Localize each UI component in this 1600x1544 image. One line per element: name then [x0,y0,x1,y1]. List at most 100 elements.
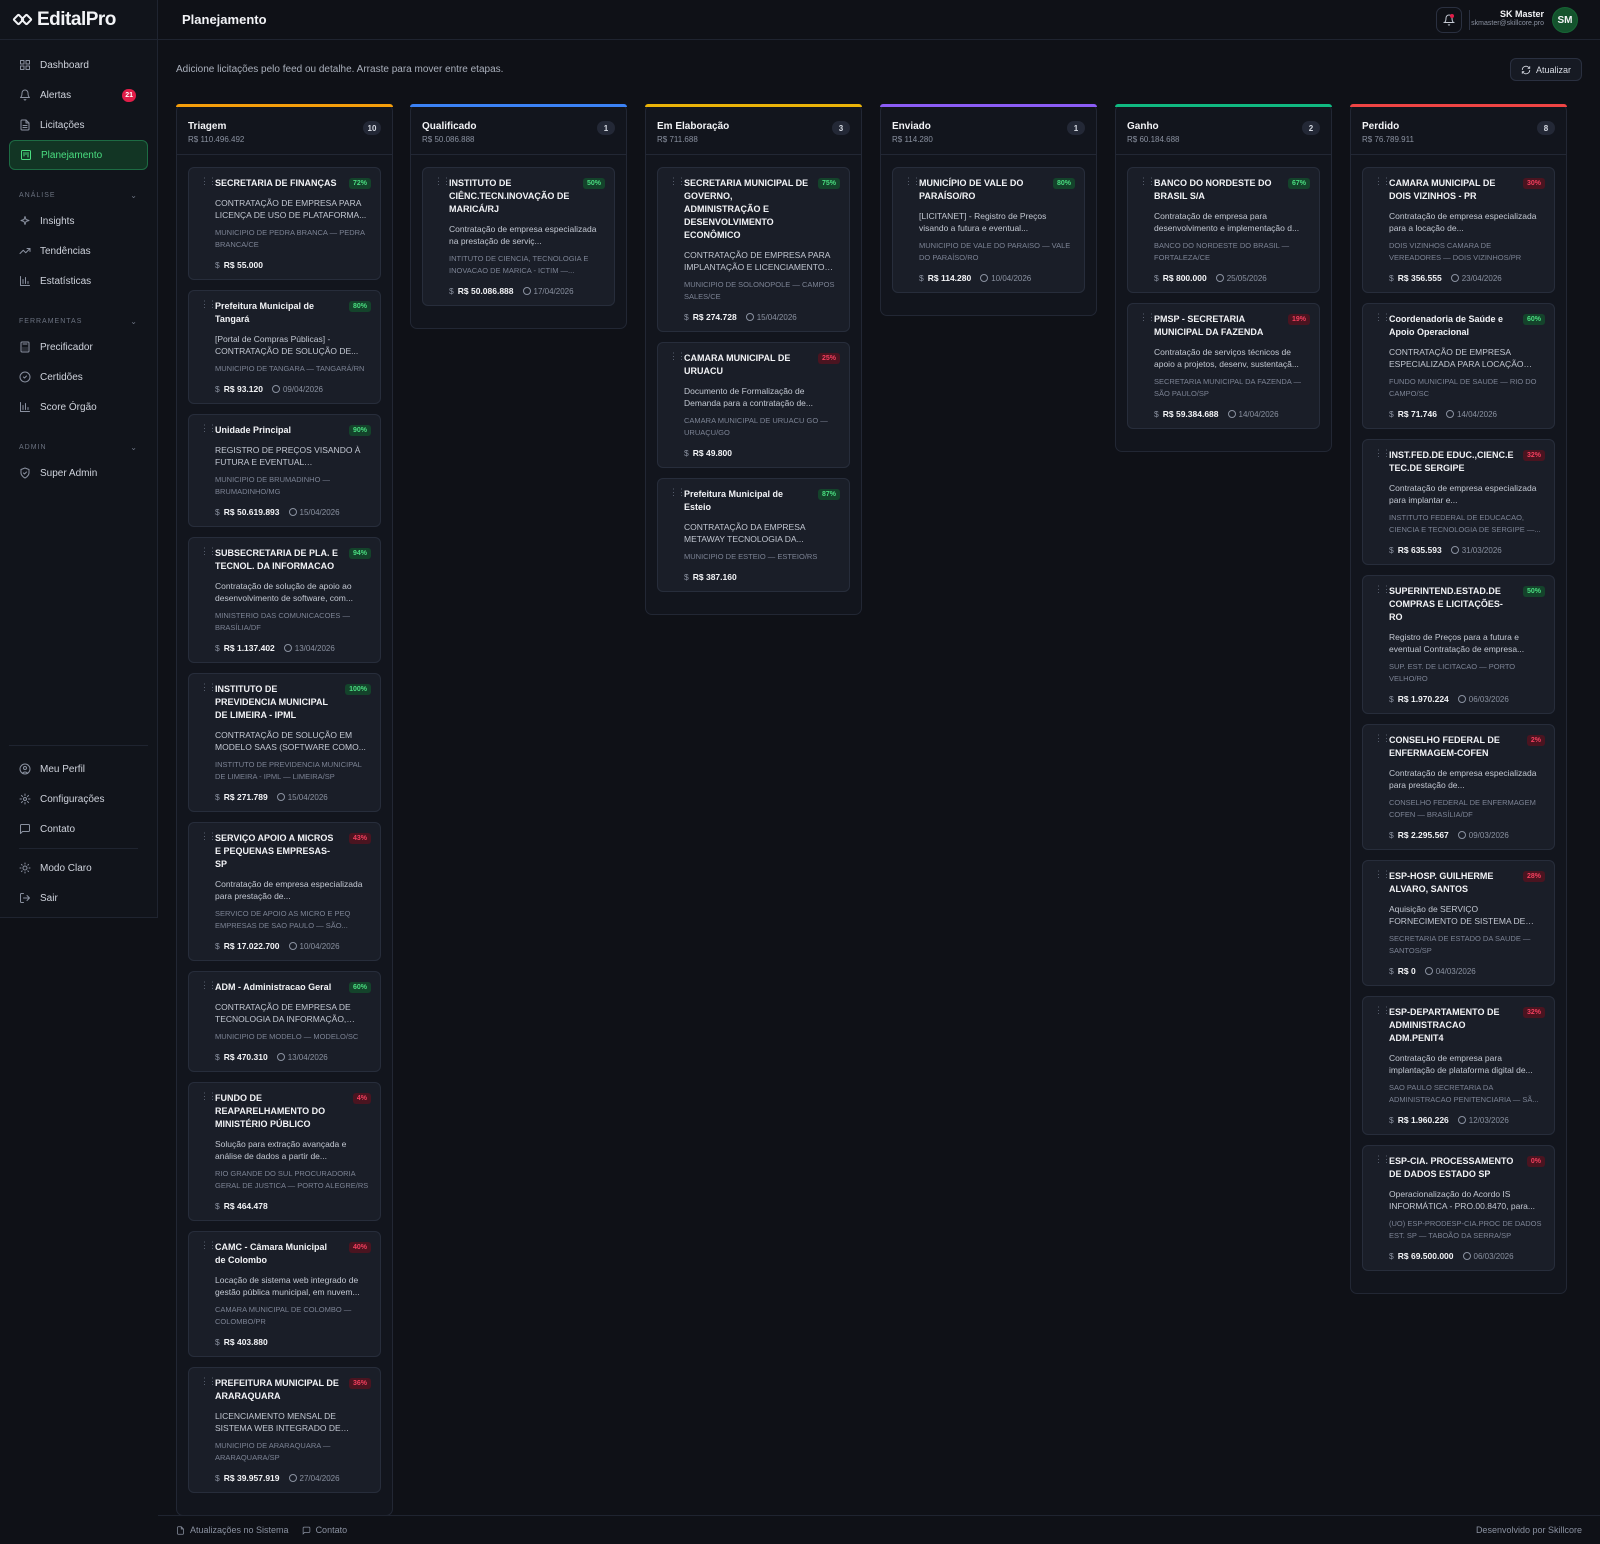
kanban-column[interactable]: Qualificado R$ 50.086.888 1 ⋮⋮ INSTITUTO DE … [410,104,627,329]
bid-card[interactable]: ⋮⋮ Unidade Principal 90% REGISTRO DE PREÇOS… [188,414,381,527]
bid-card[interactable]: ⋮⋮ SERVIÇO APOIO A MICROS E PEQUENAS EMPR… [188,822,381,961]
match-score-badge: 75% [817,178,840,189]
bid-card[interactable]: ⋮⋮ INSTITUTO DE PREVIDENCIA MUNICIPAL DE … [188,673,381,812]
drag-handle-icon[interactable]: ⋮⋮ [200,300,217,309]
drag-handle-icon[interactable]: ⋮⋮ [1374,734,1391,743]
drag-handle-icon[interactable]: ⋮⋮ [1374,870,1391,879]
drag-handle-icon[interactable]: ⋮⋮ [200,1092,217,1101]
drag-handle-icon[interactable]: ⋮⋮ [1374,585,1391,594]
bid-card[interactable]: ⋮⋮ Prefeitura Municipal de Tangará 80% [Por… [188,290,381,404]
bid-card[interactable]: ⋮⋮ CAMARA MUNICIPAL DE URUACU 25% Documento… [657,342,850,468]
drag-handle-icon[interactable]: ⋮⋮ [1374,177,1391,186]
sidebar-item-score-orgao[interactable]: Score Órgão [9,392,148,422]
bid-card[interactable]: ⋮⋮ ESP-DEPARTAMENTO DE ADMINISTRACAO ADM.… [1362,996,1555,1135]
drag-handle-icon[interactable]: ⋮⋮ [1374,1006,1391,1015]
drag-handle-icon[interactable]: ⋮⋮ [904,177,921,186]
drag-handle-icon[interactable]: ⋮⋮ [200,424,217,433]
kanban-column[interactable]: Triagem R$ 110.496.492 10 ⋮⋮ SECRETARIA DE F… [176,104,393,1516]
card-title: CONSELHO FEDERAL DE ENFERMAGEM-COFEN [1389,735,1500,758]
dollar-icon: $ [684,572,689,582]
card-organization: CAMARA MUNICIPAL DE COLOMBO — COLOMBO/PR [215,1305,352,1326]
sidebar-item-estatisticas[interactable]: Estatísticas [9,266,148,296]
sidebar-item-certidoes[interactable]: Certidões [9,362,148,392]
bid-card[interactable]: ⋮⋮ CAMARA MUNICIPAL DE DOIS VIZINHOS - PR… [1362,167,1555,293]
sidebar-item-insights[interactable]: Insights [9,206,148,236]
sidebar-section-analise[interactable]: ANÁLISE ⌄ [9,184,148,206]
sidebar-item-alertas[interactable]: Alertas 21 [9,80,148,110]
sidebar-item-modo-claro[interactable]: Modo Claro [9,853,148,883]
kanban-column[interactable]: Ganho R$ 60.184.688 2 ⋮⋮ BANCO DO NORDESTE D… [1115,104,1332,452]
card-title: INST.FED.DE EDUC.,CIENC.E TEC.DE SERGIPE [1389,450,1514,473]
dollar-icon: $ [1389,409,1394,419]
user-info[interactable]: SK Master skmaster@skillcore.pro [1471,9,1544,27]
kanban-column[interactable]: Enviado R$ 114.280 1 ⋮⋮ MUNICÍPIO DE VALE DO… [880,104,1097,316]
bid-card[interactable]: ⋮⋮ SECRETARIA MUNICIPAL DE GOVERNO, ADMIN… [657,167,850,332]
sidebar-item-super-admin[interactable]: Super Admin [9,458,148,488]
drag-handle-icon[interactable]: ⋮⋮ [1374,1155,1391,1164]
bid-card[interactable]: ⋮⋮ FUNDO DE REAPARELHAMENTO DO MINISTÉRIO… [188,1082,381,1221]
bid-card[interactable]: ⋮⋮ CONSELHO FEDERAL DE ENFERMAGEM-COFEN 2%… [1362,724,1555,850]
bid-card[interactable]: ⋮⋮ SUPERINTEND.ESTAD.DE COMPRAS E LICITAÇ… [1362,575,1555,714]
sidebar-item-planejamento[interactable]: Planejamento [9,140,148,170]
bid-card[interactable]: ⋮⋮ SUBSECRETARIA DE PLA. E TECNOL. DA INF… [188,537,381,663]
card-value: $ R$ 114.280 [919,273,972,283]
sidebar-bottom: Meu Perfil Configurações Contato Modo Clar… [9,745,148,913]
updates-link[interactable]: Atualizações no Sistema [176,1525,289,1535]
sidebar-item-contato[interactable]: Contato [9,814,148,844]
dollar-icon: $ [684,312,689,322]
kanban-column[interactable]: Perdido R$ 76.789.911 8 ⋮⋮ CAMARA MUNICIPAL … [1350,104,1567,1294]
sidebar-section-ferramentas[interactable]: FERRAMENTAS ⌄ [9,310,148,332]
drag-handle-icon[interactable]: ⋮⋮ [200,981,217,990]
sidebar-item-dashboard[interactable]: Dashboard [9,50,148,80]
bid-card[interactable]: ⋮⋮ SECRETARIA DE FINANÇAS 72% CONTRATAÇÃO D… [188,167,381,280]
drag-handle-icon[interactable]: ⋮⋮ [1139,177,1156,186]
sidebar-section-admin[interactable]: ADMIN ⌄ [9,436,148,458]
sidebar-item-sair[interactable]: Sair [9,883,148,913]
logo[interactable]: EditalPro [0,0,157,40]
card-footer: $ R$ 800.000 25/05/2026 [1154,273,1309,283]
bid-card[interactable]: ⋮⋮ ADM - Administracao Geral 60% CONTRATAÇÃ… [188,971,381,1072]
card-footer: $ R$ 0 04/03/2026 [1389,966,1544,976]
card-title: ESP-DEPARTAMENTO DE ADMINISTRACAO ADM.PE… [1389,1007,1500,1043]
drag-handle-icon[interactable]: ⋮⋮ [200,177,217,186]
bid-card[interactable]: ⋮⋮ ESP-HOSP. GUILHERME ALVARO, SANTOS 28% A… [1362,860,1555,986]
avatar[interactable]: SM [1552,7,1578,33]
notifications-button[interactable] [1436,7,1462,33]
card-date: 09/03/2026 [1457,831,1509,840]
drag-handle-icon[interactable]: ⋮⋮ [1374,313,1391,322]
bid-card[interactable]: ⋮⋮ MUNICÍPIO DE VALE DO PARAÍSO/RO 80% [LIC… [892,167,1085,293]
sidebar-item-tendencias[interactable]: Tendências [9,236,148,266]
drag-handle-icon[interactable]: ⋮⋮ [200,1377,217,1386]
bid-card[interactable]: ⋮⋮ INST.FED.DE EDUC.,CIENC.E TEC.DE SERGI… [1362,439,1555,565]
sidebar-item-precificador[interactable]: Precificador [9,332,148,362]
bid-card[interactable]: ⋮⋮ BANCO DO NORDESTE DO BRASIL S/A 67% Cont… [1127,167,1320,293]
sidebar-item-meu-perfil[interactable]: Meu Perfil [9,754,148,784]
card-date: 09/04/2026 [271,385,323,394]
drag-handle-icon[interactable]: ⋮⋮ [200,1241,217,1250]
card-description: [LICITANET] - Registro de Preços visando… [919,211,1047,233]
drag-handle-icon[interactable]: ⋮⋮ [200,832,217,841]
card-description: CONTRATAÇÃO DE EMPRESA PARA LICENÇA DE U… [215,198,367,220]
bid-card[interactable]: ⋮⋮ CAMC - Câmara Municipal de Colombo 40% L… [188,1231,381,1357]
kanban-column[interactable]: Em Elaboração R$ 711.688 3 ⋮⋮ SECRETARIA MUN… [645,104,862,615]
sidebar-item-licitacoes[interactable]: Licitações [9,110,148,140]
card-title: ESP-HOSP. GUILHERME ALVARO, SANTOS [1389,871,1494,894]
drag-handle-icon[interactable]: ⋮⋮ [669,488,686,497]
bid-card[interactable]: ⋮⋮ INSTITUTO DE CIÊNC.TECN.INOVAÇÃO DE MA… [422,167,615,306]
bid-card[interactable]: ⋮⋮ PMSP - SECRETARIA MUNICIPAL DA FAZENDA… [1127,303,1320,429]
drag-handle-icon[interactable]: ⋮⋮ [1374,449,1391,458]
drag-handle-icon[interactable]: ⋮⋮ [434,177,451,186]
drag-handle-icon[interactable]: ⋮⋮ [200,683,217,692]
contact-link[interactable]: Contato [302,1525,347,1535]
refresh-button[interactable]: Atualizar [1510,58,1582,81]
bid-card[interactable]: ⋮⋮ PREFEITURA MUNICIPAL DE ARARAQUARA 36% L… [188,1367,381,1493]
drag-handle-icon[interactable]: ⋮⋮ [669,177,686,186]
bid-card[interactable]: ⋮⋮ Coordenadoria de Saúde e Apoio Operaci… [1362,303,1555,429]
drag-handle-icon[interactable]: ⋮⋮ [200,547,217,556]
card-organization: MINISTERIO DAS COMUNICACOES — BRASÍLIA/D… [215,611,351,632]
bid-card[interactable]: ⋮⋮ ESP-CIA. PROCESSAMENTO DE DADOS ESTADO… [1362,1145,1555,1271]
drag-handle-icon[interactable]: ⋮⋮ [1139,313,1156,322]
drag-handle-icon[interactable]: ⋮⋮ [669,352,686,361]
sidebar-item-configuracoes[interactable]: Configurações [9,784,148,814]
bid-card[interactable]: ⋮⋮ Prefeitura Municipal de Esteio 87% CONTR… [657,478,850,592]
